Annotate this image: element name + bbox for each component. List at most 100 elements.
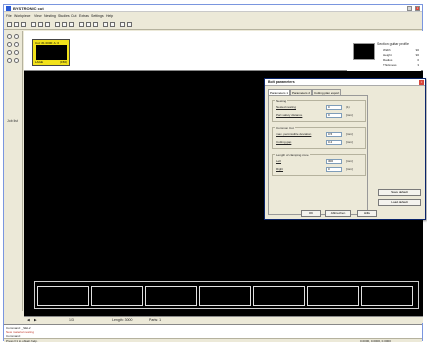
nested-part[interactable] bbox=[307, 286, 359, 306]
zoom-window-icon[interactable] bbox=[7, 42, 12, 47]
field-max-deviation: max. permissible deviation 0.5 [mm] bbox=[276, 132, 364, 137]
field-label: Left bbox=[276, 159, 282, 163]
open-icon[interactable] bbox=[14, 22, 19, 27]
menu-bar: File Workpiece View Nesting Studies Cut … bbox=[4, 13, 422, 19]
menu-extras[interactable]: Extras bbox=[79, 14, 89, 18]
group-title: Length of clamping zone bbox=[275, 153, 310, 157]
paste-icon[interactable] bbox=[45, 22, 50, 27]
profile-row: Radius 0 bbox=[383, 58, 419, 62]
nested-part[interactable] bbox=[37, 286, 89, 306]
field-right: Right 0 [mm] bbox=[276, 167, 364, 172]
cutting-gap-input[interactable]: 0.2 bbox=[326, 140, 342, 145]
menu-view[interactable]: View bbox=[34, 14, 42, 18]
field-unit: [mm] bbox=[346, 113, 353, 117]
field-unit: [mm] bbox=[346, 132, 353, 136]
close-button[interactable]: × bbox=[415, 6, 420, 11]
copy-icon[interactable] bbox=[38, 22, 43, 27]
field-part-safety-distance: Part safety distance 0 [mm] bbox=[276, 113, 364, 118]
next-page-icon[interactable]: ▶ bbox=[34, 318, 37, 322]
menu-nesting[interactable]: Nesting bbox=[44, 14, 56, 18]
zoom-fit-icon[interactable] bbox=[14, 42, 19, 47]
menu-settings[interactable]: Settings bbox=[91, 14, 104, 18]
redraw-icon[interactable] bbox=[14, 50, 19, 55]
bend-icon[interactable] bbox=[93, 22, 98, 27]
print-icon[interactable] bbox=[55, 22, 60, 27]
menu-cut[interactable]: Cut bbox=[71, 14, 76, 18]
left-input[interactable]: 300 bbox=[326, 159, 342, 164]
nested-part[interactable] bbox=[91, 286, 143, 306]
part-safety-distance-input[interactable]: 0 bbox=[326, 113, 342, 118]
field-label: Right bbox=[276, 167, 284, 171]
field-label: Nested nesting bbox=[276, 105, 297, 109]
profile-panel: Section guitar profile Width 90 Height 90 … bbox=[347, 39, 421, 71]
profile-row-label: Height bbox=[383, 53, 392, 57]
load-default-button[interactable]: Load default bbox=[378, 199, 421, 206]
menu-workpiece[interactable]: Workpiece bbox=[14, 14, 30, 18]
pan-icon[interactable] bbox=[7, 50, 12, 55]
page-indicator: 1/3 bbox=[69, 318, 74, 322]
parts-label: Parts: 1 bbox=[149, 318, 162, 322]
command-console[interactable]: Command: _SEL2 New material nesting Comm… bbox=[4, 324, 422, 338]
field-label: Cutting gap bbox=[276, 140, 292, 144]
length-label: Length: 3000 bbox=[112, 318, 133, 322]
side-panel-label: Job list bbox=[7, 119, 18, 123]
nested-part[interactable] bbox=[253, 286, 305, 306]
dialog-close-button[interactable]: × bbox=[419, 80, 424, 85]
nested-part[interactable] bbox=[199, 286, 251, 306]
field-unit: [mm] bbox=[346, 167, 353, 171]
group-common-cut: Common Cut max. permissible deviation 0.… bbox=[272, 126, 366, 149]
part-thumbnail-preview bbox=[36, 45, 67, 60]
main-toolbar bbox=[4, 20, 422, 30]
right-input[interactable]: 0 bbox=[326, 167, 342, 172]
group-title: Nesting bbox=[275, 99, 288, 103]
menu-help[interactable]: Help bbox=[106, 14, 113, 18]
refresh-icon[interactable] bbox=[14, 58, 19, 63]
minimize-button[interactable] bbox=[407, 6, 412, 11]
prev-page-icon[interactable]: ◀ bbox=[27, 318, 30, 322]
marker-icon[interactable] bbox=[110, 22, 115, 27]
field-unit: (1) bbox=[346, 105, 350, 109]
table-icon[interactable] bbox=[62, 22, 67, 27]
nested-part[interactable] bbox=[361, 286, 413, 306]
cut-icon[interactable] bbox=[31, 22, 36, 27]
zoom-in-icon[interactable] bbox=[7, 34, 12, 39]
grid-icon[interactable] bbox=[69, 22, 74, 27]
new-icon[interactable] bbox=[21, 22, 26, 27]
nesting-strip[interactable] bbox=[34, 281, 419, 309]
nested-nesting-input[interactable]: 0 bbox=[326, 105, 342, 110]
app-logo-icon bbox=[6, 6, 11, 11]
profile-row: Width 90 bbox=[383, 48, 419, 52]
group-title: Common Cut bbox=[275, 126, 295, 130]
tool-icon[interactable] bbox=[79, 22, 84, 27]
help-icon[interactable] bbox=[127, 22, 132, 27]
group-clamping-zone: Length of clamping zone Left 300 [mm] Ri… bbox=[272, 153, 366, 176]
save-icon[interactable] bbox=[7, 22, 12, 27]
profile-row-value: 90 bbox=[415, 53, 419, 57]
profile-row: Height 90 bbox=[383, 53, 419, 57]
profile-row-label: Thickness bbox=[383, 63, 397, 67]
part-thumbnail-right-label: (150) bbox=[59, 60, 67, 64]
profile-row-value: 0 bbox=[417, 58, 419, 62]
cancel-button[interactable]: Abbrechen bbox=[325, 210, 351, 217]
profile-row-label: Radius bbox=[383, 58, 393, 62]
max-deviation-input[interactable]: 0.5 bbox=[326, 132, 342, 137]
parameters-panel: Nesting Nested nesting 0 (1) Part safety… bbox=[268, 95, 368, 215]
ok-button[interactable]: OK bbox=[301, 210, 321, 217]
menu-studies[interactable]: Studies bbox=[58, 14, 70, 18]
rotate-icon[interactable] bbox=[7, 58, 12, 63]
profile-title: Section guitar profile bbox=[377, 42, 409, 46]
part-thumbnail[interactable]: Cut: #1 0000: A: 0 LAGE (150) bbox=[32, 39, 70, 66]
field-left: Left 300 [mm] bbox=[276, 159, 364, 164]
zoom-out-icon[interactable] bbox=[14, 34, 19, 39]
settings-icon[interactable] bbox=[120, 22, 125, 27]
menu-file[interactable]: File bbox=[6, 14, 12, 18]
save-default-button[interactable]: Save default bbox=[378, 189, 421, 196]
profile-row-value: 3 bbox=[417, 63, 419, 67]
measure-icon[interactable] bbox=[103, 22, 108, 27]
help-button[interactable]: Hilfe bbox=[357, 210, 377, 217]
field-unit: [mm] bbox=[346, 140, 353, 144]
nested-part[interactable] bbox=[145, 286, 197, 306]
profile-row: Thickness 3 bbox=[383, 63, 419, 67]
canvas-status-row: ◀ ▶ 1/3 Length: 3000 Parts: 1 bbox=[24, 316, 423, 323]
arrow-icon[interactable] bbox=[86, 22, 91, 27]
